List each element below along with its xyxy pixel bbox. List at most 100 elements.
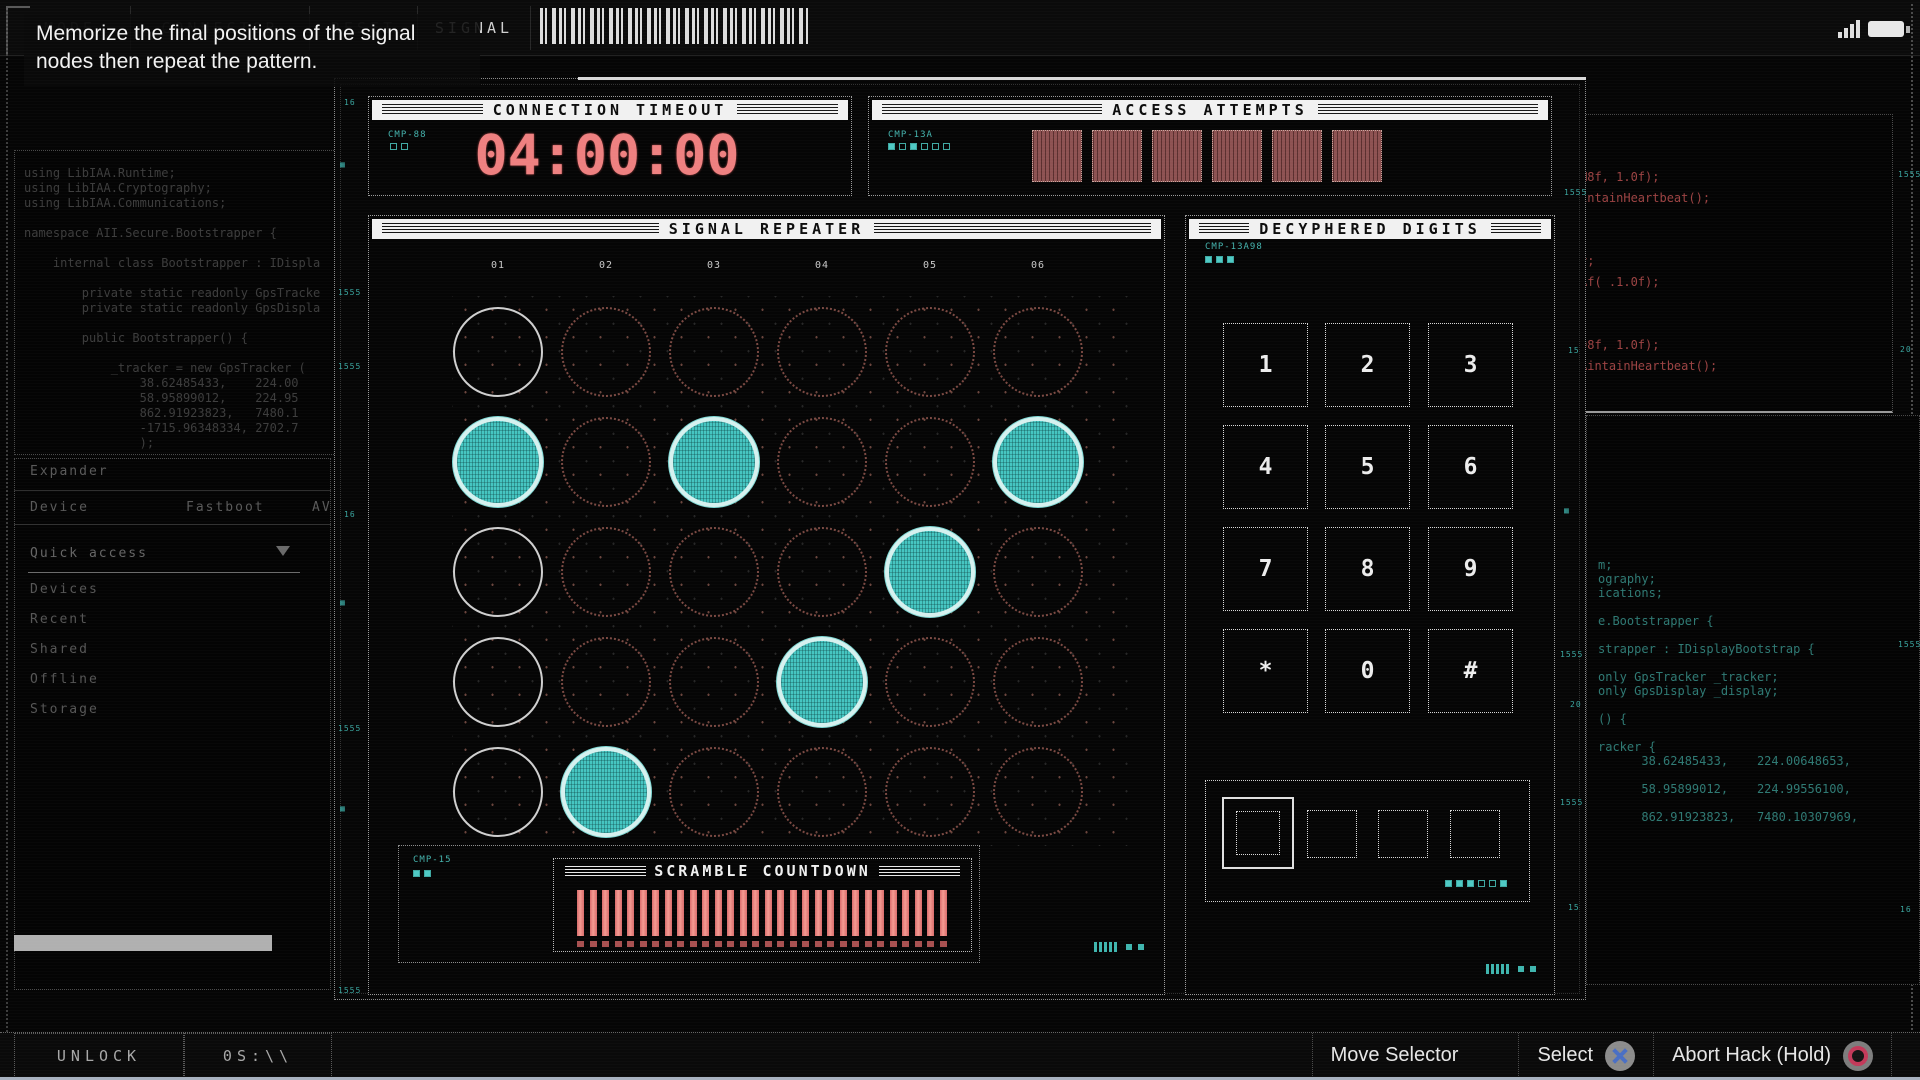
header-stripes bbox=[1199, 223, 1249, 235]
countdown-bar bbox=[815, 890, 822, 936]
barcode-decoration bbox=[540, 8, 808, 44]
signal-node-r3c1[interactable] bbox=[453, 527, 543, 617]
signal-node-r2c4[interactable] bbox=[777, 417, 867, 507]
edge-marker: 1555 bbox=[338, 724, 361, 733]
code-line: internal class Bootstrapper : IDispla bbox=[24, 256, 320, 270]
signal-node-r1c2[interactable] bbox=[561, 307, 651, 397]
keypad-key-8[interactable]: 8 bbox=[1325, 527, 1410, 611]
sidebar-quick-access-label[interactable]: Quick access bbox=[30, 546, 148, 561]
cross-button-icon[interactable] bbox=[1605, 1041, 1635, 1071]
edge-marker: 1555 bbox=[338, 986, 361, 995]
keypad-key-5[interactable]: 5 bbox=[1325, 425, 1410, 509]
countdown-bar-tick bbox=[777, 941, 784, 947]
countdown-bar bbox=[765, 890, 772, 936]
edge-marker: 1555 bbox=[1560, 650, 1583, 659]
signal-node-r4c1[interactable] bbox=[453, 637, 543, 727]
keypad-key-4[interactable]: 4 bbox=[1223, 425, 1308, 509]
signal-node-r1c1[interactable] bbox=[453, 307, 543, 397]
countdown-bar bbox=[615, 890, 622, 936]
sidebar-item-devices[interactable]: Devices bbox=[30, 582, 99, 597]
signal-node-r2c1[interactable] bbox=[453, 417, 543, 507]
signal-node-r4c5[interactable] bbox=[885, 637, 975, 727]
digit-slot bbox=[1378, 810, 1428, 858]
signal-node-r1c5[interactable] bbox=[885, 307, 975, 397]
signal-node-r2c5[interactable] bbox=[885, 417, 975, 507]
signal-node-r4c2[interactable] bbox=[561, 637, 651, 727]
signal-node-r1c3[interactable] bbox=[669, 307, 759, 397]
countdown-bar bbox=[927, 890, 934, 936]
sidebar-expander-label[interactable]: Expander bbox=[30, 464, 109, 479]
countdown-bar-tick bbox=[865, 941, 872, 947]
keypad-key-7[interactable]: 7 bbox=[1223, 527, 1308, 611]
keypad-key-9[interactable]: 9 bbox=[1428, 527, 1513, 611]
connection-timeout-header: CONNECTION TIMEOUT bbox=[372, 100, 848, 120]
countdown-bar-tick bbox=[640, 941, 647, 947]
signal-node-r4c3[interactable] bbox=[669, 637, 759, 727]
signal-node-r3c3[interactable] bbox=[669, 527, 759, 617]
status-square bbox=[413, 870, 420, 877]
status-square bbox=[932, 143, 939, 150]
signal-node-r3c4[interactable] bbox=[777, 527, 867, 617]
countdown-bar bbox=[665, 890, 672, 936]
countdown-bar bbox=[802, 890, 809, 936]
scramble-header: SCRAMBLE COUNTDOWN bbox=[557, 862, 968, 880]
signal-node-r2c6[interactable] bbox=[993, 417, 1083, 507]
keypad-key-star[interactable]: * bbox=[1223, 629, 1308, 713]
countdown-timer: 04:00:00 bbox=[470, 124, 744, 186]
keypad-key-2[interactable]: 2 bbox=[1325, 323, 1410, 407]
signal-node-r1c4[interactable] bbox=[777, 307, 867, 397]
sidebar-item-recent[interactable]: Recent bbox=[30, 612, 89, 627]
signal-node-r5c3[interactable] bbox=[669, 747, 759, 837]
screen: Expander Device Fastboot AV Quick access… bbox=[0, 0, 1920, 1080]
code-line: m; bbox=[1598, 558, 1612, 572]
chevron-down-icon[interactable] bbox=[276, 546, 290, 563]
signal-node-r1c6[interactable] bbox=[993, 307, 1083, 397]
dpad-icon[interactable] bbox=[1470, 1041, 1500, 1071]
signal-node-r5c4[interactable] bbox=[777, 747, 867, 837]
sidebar-scrollbar[interactable] bbox=[14, 935, 272, 951]
signal-node-r2c2[interactable] bbox=[561, 417, 651, 507]
signal-node-r5c6[interactable] bbox=[993, 747, 1083, 837]
signal-node-r5c1[interactable] bbox=[453, 747, 543, 837]
meter-square bbox=[1138, 944, 1144, 950]
keypad-key-1[interactable]: 1 bbox=[1223, 323, 1308, 407]
signal-node-r5c5[interactable] bbox=[885, 747, 975, 837]
footer-bar: UNLOCK 0S:\\ Move Selector Select Abort … bbox=[0, 1032, 1920, 1078]
signal-node-r3c2[interactable] bbox=[561, 527, 651, 617]
meter-bar bbox=[1114, 942, 1117, 952]
status-square bbox=[401, 143, 408, 150]
access-attempt-block bbox=[1092, 130, 1142, 182]
keypad-key-0[interactable]: 0 bbox=[1325, 629, 1410, 713]
edge-marker: 1555 bbox=[338, 362, 361, 371]
countdown-bar bbox=[577, 890, 584, 936]
signal-node-r3c5[interactable] bbox=[885, 527, 975, 617]
signal-node-r4c6[interactable] bbox=[993, 637, 1083, 727]
meter-bar bbox=[1506, 964, 1509, 974]
code-line: public Bootstrapper() { bbox=[24, 331, 248, 345]
signal-node-r3c6[interactable] bbox=[993, 527, 1083, 617]
header-stripes bbox=[882, 104, 1102, 116]
meter-bar bbox=[1486, 964, 1489, 974]
keypad-key-hash[interactable]: # bbox=[1428, 629, 1513, 713]
edge-marker: 1555 bbox=[1560, 798, 1583, 807]
keypad-key-6[interactable]: 6 bbox=[1428, 425, 1513, 509]
code-line: 38.62485433, 224.00 bbox=[24, 376, 299, 390]
left-edge-line bbox=[6, 10, 8, 1068]
status-square bbox=[899, 143, 906, 150]
countdown-bar-tick bbox=[915, 941, 922, 947]
status-square bbox=[921, 143, 928, 150]
abort-hack-hint: Abort Hack (Hold) bbox=[1653, 1033, 1892, 1078]
sidebar-item-offline[interactable]: Offline bbox=[30, 672, 99, 687]
status-square bbox=[390, 143, 397, 150]
signal-node-r2c3[interactable] bbox=[669, 417, 759, 507]
signal-node-r5c2[interactable] bbox=[561, 747, 651, 837]
countdown-bar-tick bbox=[840, 941, 847, 947]
signal-bars-icon bbox=[1850, 24, 1854, 38]
signal-node-r4c4[interactable] bbox=[777, 637, 867, 727]
circle-button-icon[interactable] bbox=[1843, 1041, 1873, 1071]
status-square bbox=[1456, 880, 1463, 887]
sidebar-item-storage[interactable]: Storage bbox=[30, 702, 99, 717]
sidebar-item-shared[interactable]: Shared bbox=[30, 642, 89, 657]
keypad-key-3[interactable]: 3 bbox=[1428, 323, 1513, 407]
edge-marker: ▦ bbox=[340, 160, 346, 169]
